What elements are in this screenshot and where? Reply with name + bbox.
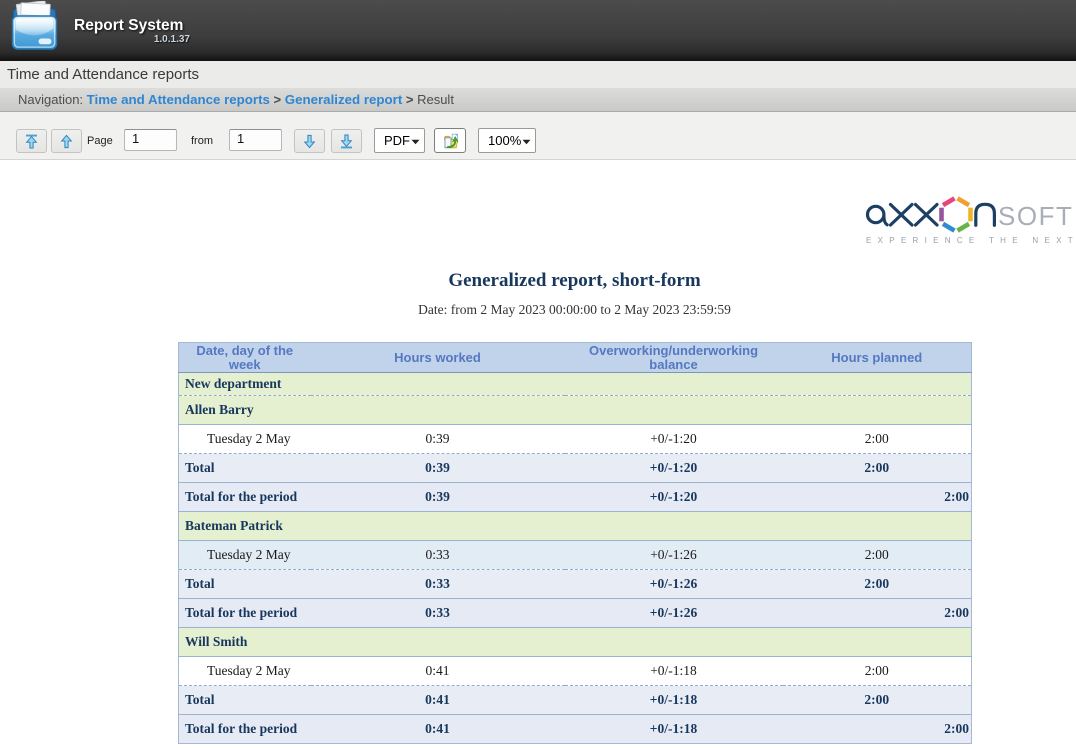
svg-text:EXPERIENCE THE NEXT’: EXPERIENCE THE NEXT’ [866, 236, 1076, 245]
svg-text:SOFT: SOFT [998, 201, 1073, 231]
